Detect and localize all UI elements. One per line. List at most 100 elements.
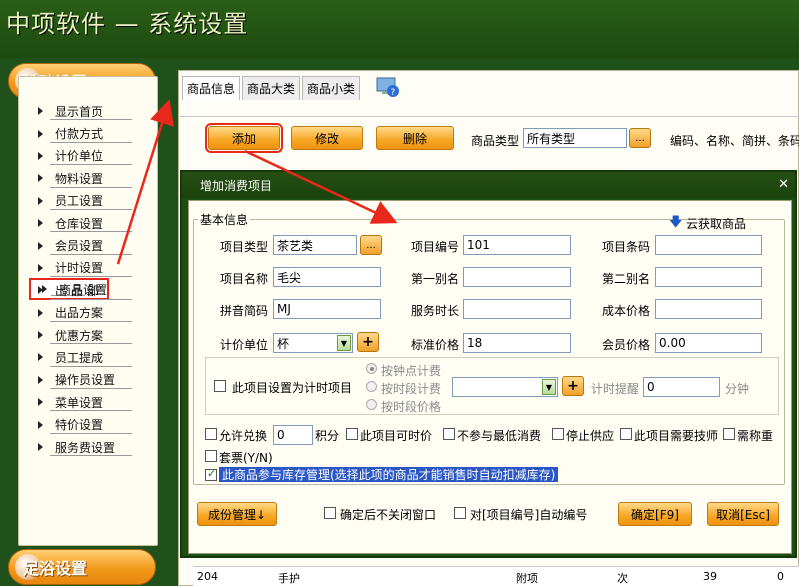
tab-goods-info[interactable]: 商品信息 [182,76,241,100]
allow-exchange-checkbox[interactable] [205,428,217,440]
barcode-input[interactable] [655,235,762,255]
code-label: 项目编号 [411,240,460,254]
alias1-label: 第一别名 [411,272,460,286]
arrow-right-icon [38,196,43,205]
sidebar-item-commission[interactable]: 员工提成 [30,346,154,368]
sidebar-item-menu[interactable]: 菜单设置 [30,391,154,413]
timing-checkbox[interactable] [214,380,226,392]
arrow-right-icon [38,443,43,452]
no-min-label: 不参与最低消费 [457,429,542,443]
unit-select[interactable]: 杯 ▼ [273,333,353,353]
sidebar-item-warehouse[interactable]: 仓库设置 [30,212,154,234]
add-period-button[interactable]: + [562,376,584,396]
sidebar-item-unit[interactable]: 计价单位 [30,145,154,167]
tab-goods-subcategory[interactable]: 商品小类 [302,76,361,100]
add-item-dialog: 增加消费项目 ✕ 基本信息 🡇 云获取商品 项目类型 茶艺类 ... 项目编号 … [180,170,797,558]
cancel-button[interactable]: 取消[Esc] [707,502,779,526]
type-picker-button[interactable]: ... [360,235,382,255]
sidebar-item-home[interactable]: 显示首页 [30,100,154,122]
member-price-input[interactable]: 0.00 [655,333,762,353]
need-tech-checkbox[interactable] [620,428,632,440]
radio-per-period-label: 按时段计费 [381,382,442,396]
exchange-points-input[interactable]: 0 [273,425,313,445]
sidebar-item-special-price[interactable]: 特价设置 [30,413,154,435]
radio-period-price-label: 按时段价格 [381,400,442,414]
arrow-right-icon [38,375,43,384]
sidebar-item-output-dept[interactable]: 出 品 部 [30,279,154,301]
duration-label: 服务时长 [411,304,460,318]
set-ticket-label: 套票(Y/N) [219,451,273,465]
type-input[interactable]: 茶艺类 [273,235,357,255]
barcode-label: 项目条码 [602,240,651,254]
arrow-right-icon [38,129,43,138]
help-icon[interactable]: ? [376,76,400,98]
name-label: 项目名称 [220,272,269,286]
section-footbath-settings[interactable]: » 足浴设置 [8,549,156,585]
keep-open-checkbox[interactable] [324,507,336,519]
goods-type-picker-button[interactable]: ... [629,128,651,148]
alias1-input[interactable] [463,267,571,287]
name-input[interactable]: 毛尖 [273,267,381,287]
sidebar-item-material[interactable]: 物料设置 [30,167,154,189]
arrow-right-icon [38,174,43,183]
remind-input[interactable]: 0 [643,377,720,397]
arrow-right-icon [38,420,43,429]
timeable-checkbox[interactable] [346,428,358,440]
goods-type-label: 商品类型 [471,134,520,148]
pinyin-input[interactable]: MJ [273,299,381,319]
duration-input[interactable] [463,299,571,319]
sidebar-item-member[interactable]: 会员设置 [30,234,154,256]
remind-label: 计时提醒 [591,382,640,396]
chevron-down-icon: ▼ [542,379,556,395]
radio-per-hour[interactable] [366,363,377,374]
auto-code-label: 对[项目编号]自动编号 [470,508,588,522]
price-label: 标准价格 [411,338,460,352]
stock-checkbox[interactable] [205,467,217,481]
period-select[interactable]: ▼ [452,377,558,397]
close-icon[interactable]: ✕ [778,177,789,192]
timeable-label: 此项目可时价 [360,429,433,443]
weigh-checkbox[interactable] [723,428,735,440]
points-label: 积分 [315,429,340,443]
add-button[interactable]: 添加 [205,123,283,153]
sidebar-item-output-plan[interactable]: 出品方案 [30,302,154,324]
alias2-label: 第二别名 [602,272,651,286]
delete-button[interactable]: 删除 [376,126,454,150]
pinyin-label: 拼音简码 [220,304,269,318]
ok-button[interactable]: 确定[F9] [618,502,692,526]
app-title: 中项软件 — 系统设置 [6,10,249,38]
need-tech-label: 此项目需要技师 [634,429,719,443]
edit-button[interactable]: 修改 [291,126,363,150]
stop-supply-checkbox[interactable] [552,428,564,440]
add-unit-button[interactable]: + [357,332,379,352]
composition-button[interactable]: 成份管理↓ [197,502,277,526]
table-row[interactable]: 204 手护 附项 次 39 0 [193,566,799,586]
arrow-right-icon [38,241,43,250]
price-input[interactable]: 18 [463,333,571,353]
tab-goods-category[interactable]: 商品大类 [242,76,301,100]
set-ticket-checkbox[interactable] [205,450,217,462]
tab-bar: 商品信息 商品大类 商品小类 [182,76,362,100]
arrow-right-icon [38,263,43,272]
arrow-right-icon [38,286,43,295]
no-min-checkbox[interactable] [443,428,455,440]
arrow-right-icon [38,353,43,362]
sidebar-item-operator[interactable]: 操作员设置 [30,369,154,391]
code-input[interactable]: 101 [463,235,571,255]
cloud-fetch-link[interactable]: 云获取商品 [686,215,746,232]
header-bar: 中项软件 — 系统设置 [0,0,799,58]
goods-type-input[interactable]: 所有类型 [523,128,627,148]
cloud-download-icon[interactable]: 🡇 [669,213,682,235]
alias2-input[interactable] [655,267,762,287]
sidebar-item-payment[interactable]: 付款方式 [30,122,154,144]
radio-per-period[interactable] [366,381,377,392]
cost-input[interactable] [655,299,762,319]
auto-code-checkbox[interactable] [454,507,466,519]
sidebar-item-timing[interactable]: 计时设置 [30,257,154,279]
radio-period-price[interactable] [366,399,377,410]
sidebar-item-staff[interactable]: 员工设置 [30,190,154,212]
keep-open-label: 确定后不关闭窗口 [340,508,437,522]
sidebar-item-discount[interactable]: 优惠方案 [30,324,154,346]
sidebar-item-service-fee[interactable]: 服务费设置 [30,436,154,458]
timing-label: 此项目设置为计时项目 [232,381,353,395]
